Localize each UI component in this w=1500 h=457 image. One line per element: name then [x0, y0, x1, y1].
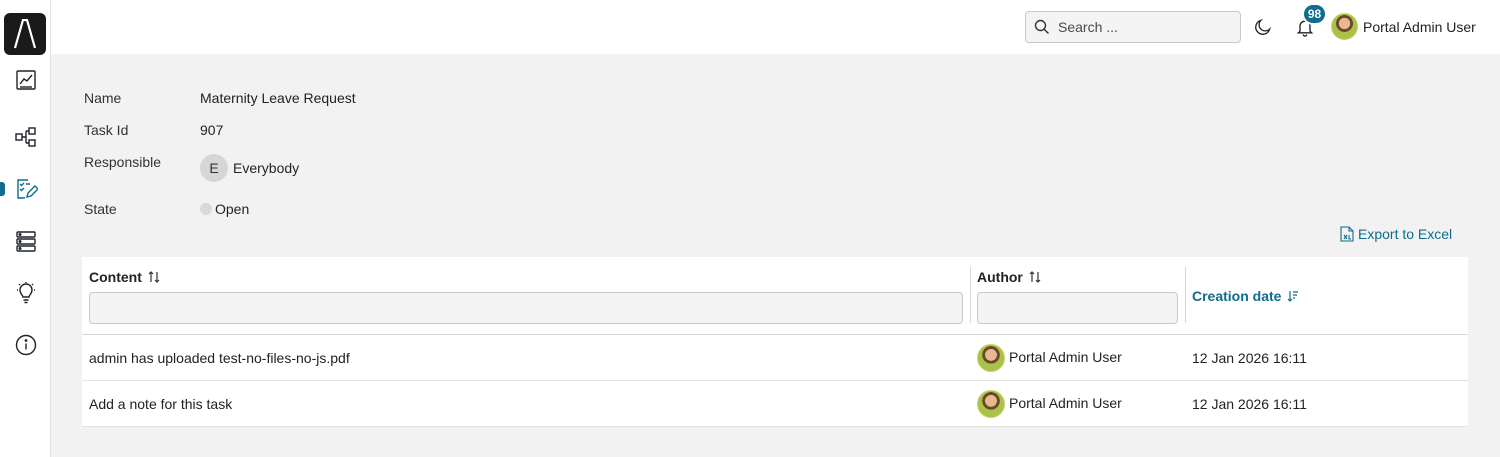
info-icon: [15, 334, 36, 356]
sidebar-item-cases[interactable]: [0, 223, 51, 259]
sort-content-button[interactable]: Content: [89, 269, 160, 285]
sidebar-item-tasks[interactable]: [0, 171, 51, 207]
column-creation-date-title: Creation date: [1192, 288, 1282, 304]
state-label: State: [84, 201, 117, 217]
name-value: Maternity Leave Request: [200, 90, 356, 106]
excel-file-icon: [1340, 226, 1354, 242]
content-filter-input[interactable]: [89, 292, 963, 324]
author-filter-input[interactable]: [977, 292, 1178, 324]
sidebar-item-dashboard[interactable]: [0, 62, 51, 98]
row-creation-date: 12 Jan 2026 16:11: [1192, 396, 1307, 412]
author-name: Portal Admin User: [1009, 349, 1122, 365]
sidebar-item-processes[interactable]: [0, 119, 51, 155]
column-author: Author: [970, 257, 1185, 335]
user-menu[interactable]: Portal Admin User: [1331, 13, 1476, 40]
list-icon: [15, 231, 36, 252]
sort-creation-date-button[interactable]: Creation date: [1192, 288, 1299, 304]
app-logo[interactable]: [4, 13, 46, 55]
state-text: Open: [215, 201, 250, 217]
row-author: Portal Admin User: [977, 381, 1122, 427]
lightbulb-icon: [16, 282, 35, 304]
avatar: [1331, 13, 1358, 40]
row-content: admin has uploaded test-no-files-no-js.p…: [89, 350, 350, 366]
sidebar-item-about[interactable]: [0, 327, 51, 363]
responsible-avatar: E: [200, 154, 228, 182]
task-id-value: 907: [200, 122, 224, 138]
row-content: Add a note for this task: [89, 396, 233, 412]
row-author: Portal Admin User: [977, 335, 1122, 381]
responsible-name: Everybody: [233, 160, 300, 176]
name-label: Name: [84, 90, 122, 106]
responsible-label: Responsible: [84, 154, 162, 170]
author-name: Portal Admin User: [1009, 395, 1122, 411]
state-value: Open: [200, 201, 249, 217]
sidebar-item-statistics[interactable]: [0, 275, 51, 311]
state-indicator: [200, 203, 212, 215]
export-label: Export to Excel: [1358, 226, 1453, 242]
moon-icon: [1255, 18, 1272, 35]
sort-author-button[interactable]: Author: [977, 269, 1041, 285]
task-notes-table: Content Author Creation date admin has u…: [82, 257, 1468, 427]
export-to-excel-link[interactable]: Export to Excel: [1340, 226, 1452, 242]
search-input[interactable]: [1058, 19, 1228, 35]
avatar: [977, 390, 1005, 418]
table-row[interactable]: Add a note for this task Portal Admin Us…: [82, 381, 1468, 427]
dark-mode-toggle[interactable]: [1251, 15, 1275, 39]
avatar: [977, 344, 1005, 372]
column-content-title: Content: [89, 269, 142, 285]
sort-icon: [148, 271, 160, 283]
column-author-title: Author: [977, 269, 1023, 285]
topbar: 98 Portal Admin User: [51, 0, 1500, 54]
row-creation-date: 12 Jan 2026 16:11: [1192, 350, 1307, 366]
column-content: Content: [82, 257, 970, 335]
sort-descending-icon: [1288, 291, 1299, 302]
logo-icon: [13, 19, 37, 49]
user-name: Portal Admin User: [1363, 18, 1476, 35]
sidebar: [0, 0, 51, 457]
task-id-label: Task Id: [84, 122, 129, 138]
global-search[interactable]: [1025, 11, 1241, 43]
table-header: Content Author Creation date: [82, 257, 1468, 335]
notification-count-badge: 98: [1302, 3, 1327, 25]
process-icon: [14, 127, 36, 147]
column-creation-date: Creation date: [1185, 257, 1468, 335]
search-icon: [1034, 19, 1049, 34]
sort-icon: [1029, 271, 1041, 283]
table-row[interactable]: admin has uploaded test-no-files-no-js.p…: [82, 335, 1468, 381]
responsible-value: E Everybody: [200, 154, 299, 182]
task-edit-icon: [16, 179, 38, 199]
chart-icon: [15, 70, 36, 90]
